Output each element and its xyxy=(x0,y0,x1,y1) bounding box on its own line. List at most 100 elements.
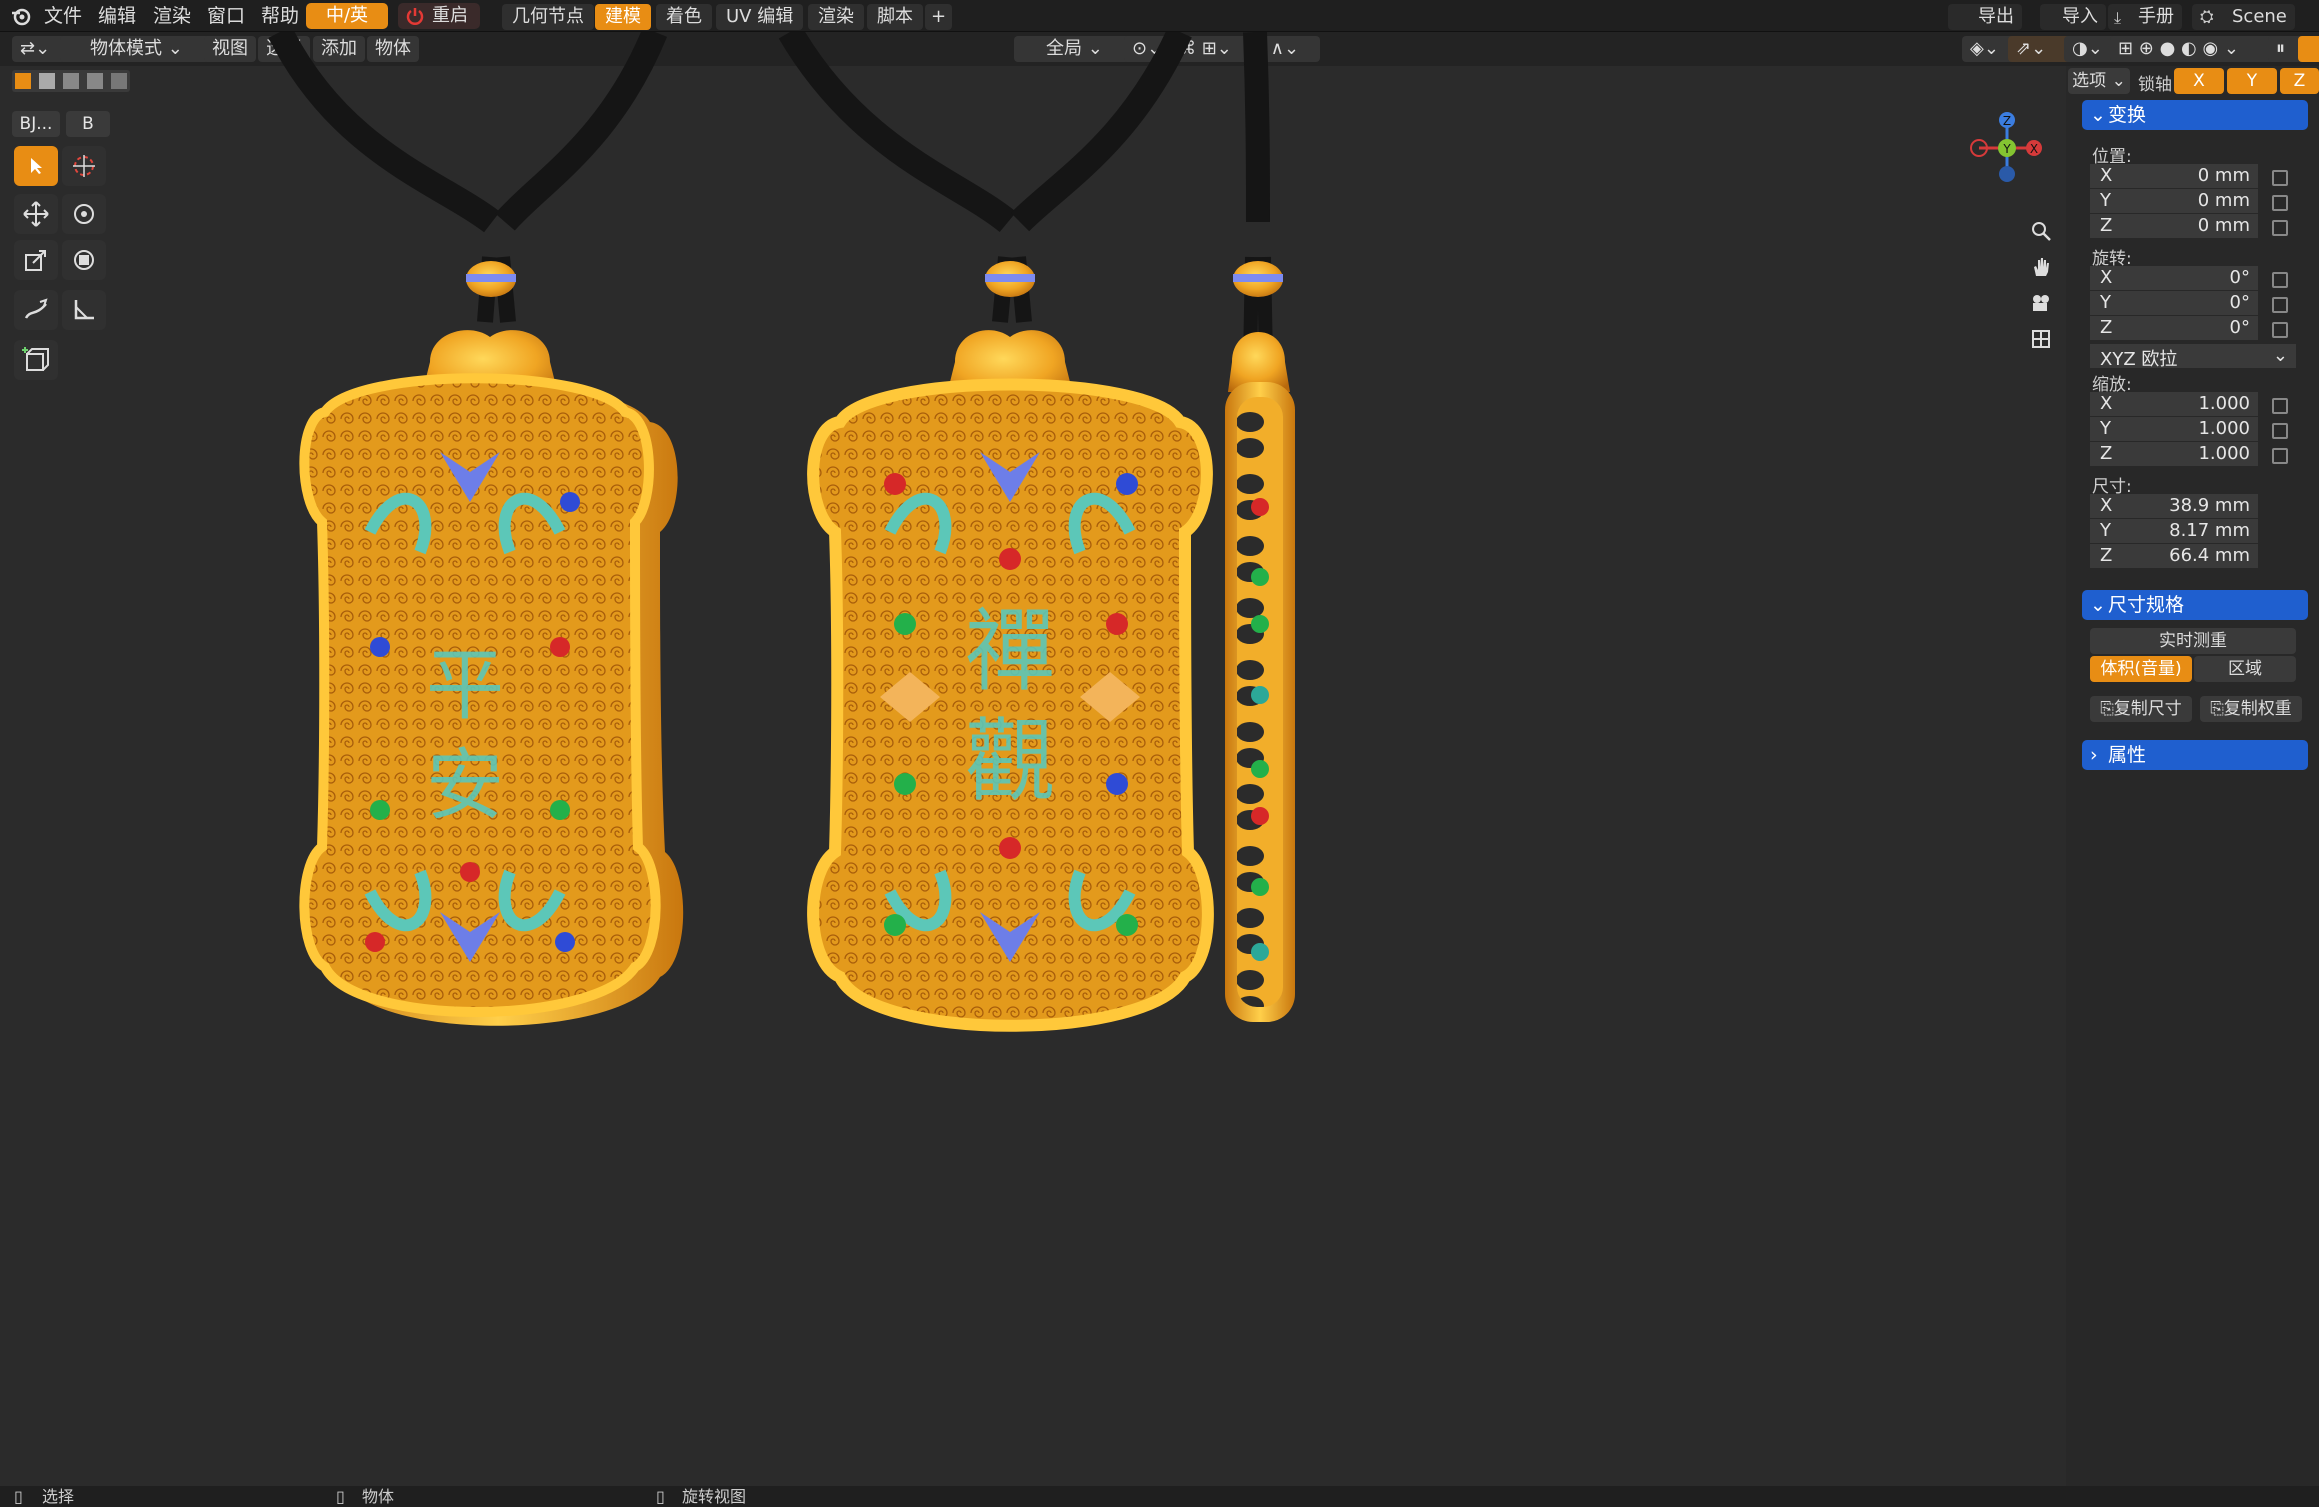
axis-label: Y xyxy=(2100,190,2111,211)
area-toggle[interactable]: 区域 xyxy=(2194,656,2296,682)
blender-logo-icon[interactable] xyxy=(10,0,32,32)
pan-hand-icon[interactable] xyxy=(2022,248,2060,286)
annotate-tool-button[interactable] xyxy=(14,290,58,330)
field-value: 66.4 mm xyxy=(2169,545,2250,566)
realtime-weight-button[interactable]: 实时测重 xyxy=(2090,628,2296,654)
selection-mode-buttons[interactable] xyxy=(12,70,130,92)
copy-weight-button[interactable]: ⎘复制权重 xyxy=(2200,696,2302,722)
lock-icon[interactable] xyxy=(2272,170,2288,186)
scale-y-field[interactable]: Y 1.000 xyxy=(2090,417,2258,441)
select-new-icon[interactable] xyxy=(15,73,31,89)
grid-view-icon[interactable] xyxy=(2022,320,2060,358)
export-button[interactable]: 导出 xyxy=(1948,4,2022,30)
scene-icon: ⛭ xyxy=(2200,7,2214,27)
rotation-z-field[interactable]: Z 0° xyxy=(2090,316,2258,340)
shading-modes[interactable]: ⊞ ⊕ ● ◐ ◉ ⌄ xyxy=(2110,36,2276,62)
dimension-x-field[interactable]: X 38.9 mm xyxy=(2090,494,2258,518)
svg-text:安: 安 xyxy=(426,741,504,831)
export-label: 导出 xyxy=(1978,6,2014,27)
select-subtract-icon[interactable] xyxy=(63,73,79,89)
copy-size-button[interactable]: ⎘复制尺寸 xyxy=(2090,696,2192,722)
move-tool-button[interactable] xyxy=(14,194,58,234)
axis-label: X xyxy=(2100,495,2113,516)
lock-icon[interactable] xyxy=(2272,448,2288,464)
pencil-icon xyxy=(24,298,48,319)
cursor-arrow-icon xyxy=(31,158,42,174)
location-y-field[interactable]: Y 0 mm xyxy=(2090,189,2258,213)
axis-label: Z xyxy=(2100,443,2113,464)
transform-icon xyxy=(74,250,94,270)
lock-icon[interactable] xyxy=(2272,322,2288,338)
gizmo-toggle[interactable]: ⇗⌄ xyxy=(2008,36,2072,62)
volume-toggle[interactable]: 体积(音量) xyxy=(2090,656,2192,682)
rotate-tool-button[interactable] xyxy=(62,194,106,234)
lock-axis-z[interactable]: Z xyxy=(2280,68,2319,94)
rotation-mode-dropdown[interactable]: XYZ 欧拉 ⌄ xyxy=(2090,344,2296,370)
scale-tool-button[interactable] xyxy=(14,240,58,280)
tab-geometry-nodes[interactable]: 几何节点 xyxy=(502,4,594,30)
ruler-icon xyxy=(74,300,94,320)
menu-help[interactable]: 帮助 xyxy=(261,0,299,32)
select-tool-button[interactable] xyxy=(14,146,58,186)
options-dropdown[interactable]: 选项 ⌄ xyxy=(2068,68,2130,94)
tab-modeling[interactable]: 建模 xyxy=(595,4,651,30)
lock-icon[interactable] xyxy=(2272,272,2288,288)
svg-text:Z: Z xyxy=(2003,114,2011,128)
lock-axis-x[interactable]: X xyxy=(2174,68,2224,94)
jewelry-render: 平 安 禪 觀 xyxy=(268,32,1295,1032)
tab-rendering[interactable]: 渲染 xyxy=(808,4,864,30)
axis-label: Y xyxy=(2100,418,2111,439)
sidebar-panel: 选项 ⌄ 锁轴 X Y Z ⌄ 变换 位置: X0 mm Y0 mm Z0 mm… xyxy=(2066,66,2319,1486)
chevron-down-icon: ⌄ xyxy=(2272,345,2288,366)
add-cube-icon xyxy=(22,347,49,371)
location-z-field[interactable]: Z 0 mm xyxy=(2090,214,2258,238)
menu-window[interactable]: 窗口 xyxy=(207,0,245,32)
lock-axis-y[interactable]: Y xyxy=(2227,68,2277,94)
transform-tool-button[interactable] xyxy=(62,240,106,280)
b-button[interactable]: B xyxy=(66,111,110,137)
tab-shading[interactable]: 着色 xyxy=(656,4,712,30)
language-toggle-button[interactable]: 中/英 xyxy=(306,3,388,29)
chevron-down-icon: ⌄ xyxy=(2090,594,2106,616)
dimension-z-field[interactable]: Z 66.4 mm xyxy=(2090,544,2258,568)
axis-label: Y xyxy=(2100,292,2111,313)
status-rotate-view: 旋转视图 xyxy=(682,1487,747,1506)
svg-text:觀: 觀 xyxy=(965,709,1055,814)
tab-uv-editing[interactable]: UV 编辑 xyxy=(716,4,804,30)
import-button[interactable]: 导入 xyxy=(2040,4,2106,30)
menu-render[interactable]: 渲染 xyxy=(153,0,191,32)
add-cube-tool-button[interactable] xyxy=(14,340,58,380)
lock-icon[interactable] xyxy=(2272,195,2288,211)
download-icon: ⤓ xyxy=(2114,8,2122,27)
cursor-tool-button[interactable] xyxy=(62,146,106,186)
lock-icon[interactable] xyxy=(2272,297,2288,313)
render-toggle[interactable] xyxy=(2298,36,2319,62)
lock-icon[interactable] xyxy=(2272,398,2288,414)
bj-button[interactable]: BJ... xyxy=(12,111,60,137)
menu-file[interactable]: 文件 xyxy=(44,0,82,32)
scale-z-field[interactable]: Z 1.000 xyxy=(2090,442,2258,466)
properties-section-header[interactable]: › 属性 xyxy=(2082,740,2308,770)
3d-viewport[interactable]: BJ... B 平 安 禪 觀 Z X Y xyxy=(0,32,2066,1486)
rotation-x-field[interactable]: X 0° xyxy=(2090,266,2258,290)
rotation-y-field[interactable]: Y 0° xyxy=(2090,291,2258,315)
select-intersect-icon[interactable] xyxy=(111,73,127,89)
zoom-icon[interactable] xyxy=(2022,212,2060,250)
navigation-gizmo[interactable]: Z X Y xyxy=(1948,106,2048,216)
measure-tool-button[interactable] xyxy=(62,290,106,330)
select-extend-icon[interactable] xyxy=(39,73,55,89)
menu-edit[interactable]: 编辑 xyxy=(98,0,136,32)
select-invert-icon[interactable] xyxy=(87,73,103,89)
scale-x-field[interactable]: X 1.000 xyxy=(2090,392,2258,416)
pendant-side-view xyxy=(1225,332,1295,1022)
lock-icon[interactable] xyxy=(2272,220,2288,236)
lock-icon[interactable] xyxy=(2272,423,2288,439)
location-x-field[interactable]: X 0 mm xyxy=(2090,164,2258,188)
add-workspace-button[interactable]: + xyxy=(925,4,953,30)
camera-icon[interactable] xyxy=(2022,284,2060,322)
transform-title: 变换 xyxy=(2108,104,2147,126)
transform-section-header[interactable]: ⌄ 变换 xyxy=(2082,100,2308,130)
dimension-y-field[interactable]: Y 8.17 mm xyxy=(2090,519,2258,543)
tab-scripting[interactable]: 脚本 xyxy=(867,4,923,30)
size-spec-section-header[interactable]: ⌄ 尺寸规格 xyxy=(2082,590,2308,620)
